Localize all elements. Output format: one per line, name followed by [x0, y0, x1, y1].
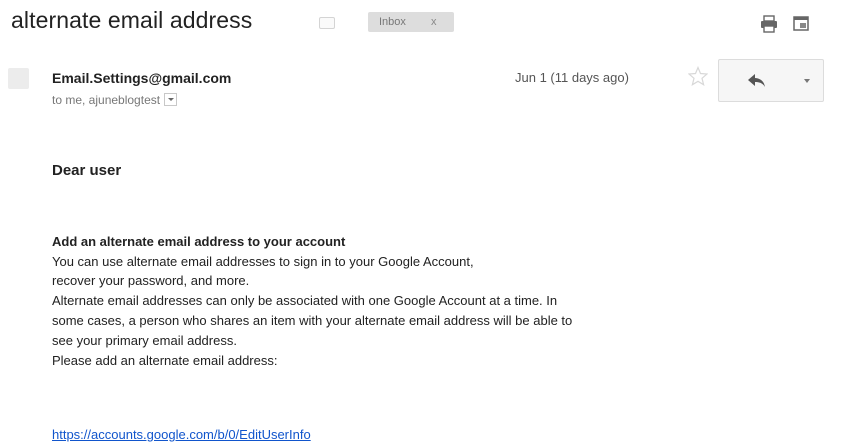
reply-button[interactable]: [718, 59, 794, 102]
body-heading: Add an alternate email address to your a…: [52, 234, 346, 249]
body-line: see your primary email address.: [52, 333, 237, 348]
avatar: [8, 68, 29, 89]
remove-label-icon[interactable]: x: [431, 12, 437, 32]
greeting: Dear user: [52, 162, 122, 179]
inbox-label-chip[interactable]: Inbox x: [368, 12, 454, 32]
body-line: You can use alternate email addresses to…: [52, 254, 474, 269]
body-line: Alternate email addresses can only be as…: [52, 293, 558, 308]
star-icon[interactable]: [688, 66, 708, 86]
sender-name[interactable]: Email.Settings@gmail.com: [52, 70, 231, 86]
recipients-line: to me, ajuneblogtest: [52, 93, 178, 107]
body-line: Please add an alternate email address:: [52, 353, 278, 368]
thread-header: alternate email address Inbox x: [0, 0, 846, 50]
thread-subject: alternate email address: [11, 7, 253, 33]
more-actions-button[interactable]: [793, 59, 824, 102]
label-tag-icon[interactable]: [319, 17, 335, 29]
show-details-dropdown[interactable]: [164, 93, 178, 106]
reply-icon: [748, 74, 765, 87]
new-window-icon[interactable]: [793, 15, 809, 31]
body-line: recover your password, and more.: [52, 273, 250, 288]
message-date: Jun 1 (11 days ago): [515, 70, 629, 85]
print-icon[interactable]: [760, 15, 778, 33]
inbox-label-text: Inbox: [379, 16, 406, 28]
edit-user-info-link[interactable]: https://accounts.google.com/b/0/EditUser…: [52, 427, 311, 442]
body-line: some cases, a person who shares an item …: [52, 313, 573, 328]
recipients-text: to me, ajuneblogtest: [52, 93, 161, 107]
